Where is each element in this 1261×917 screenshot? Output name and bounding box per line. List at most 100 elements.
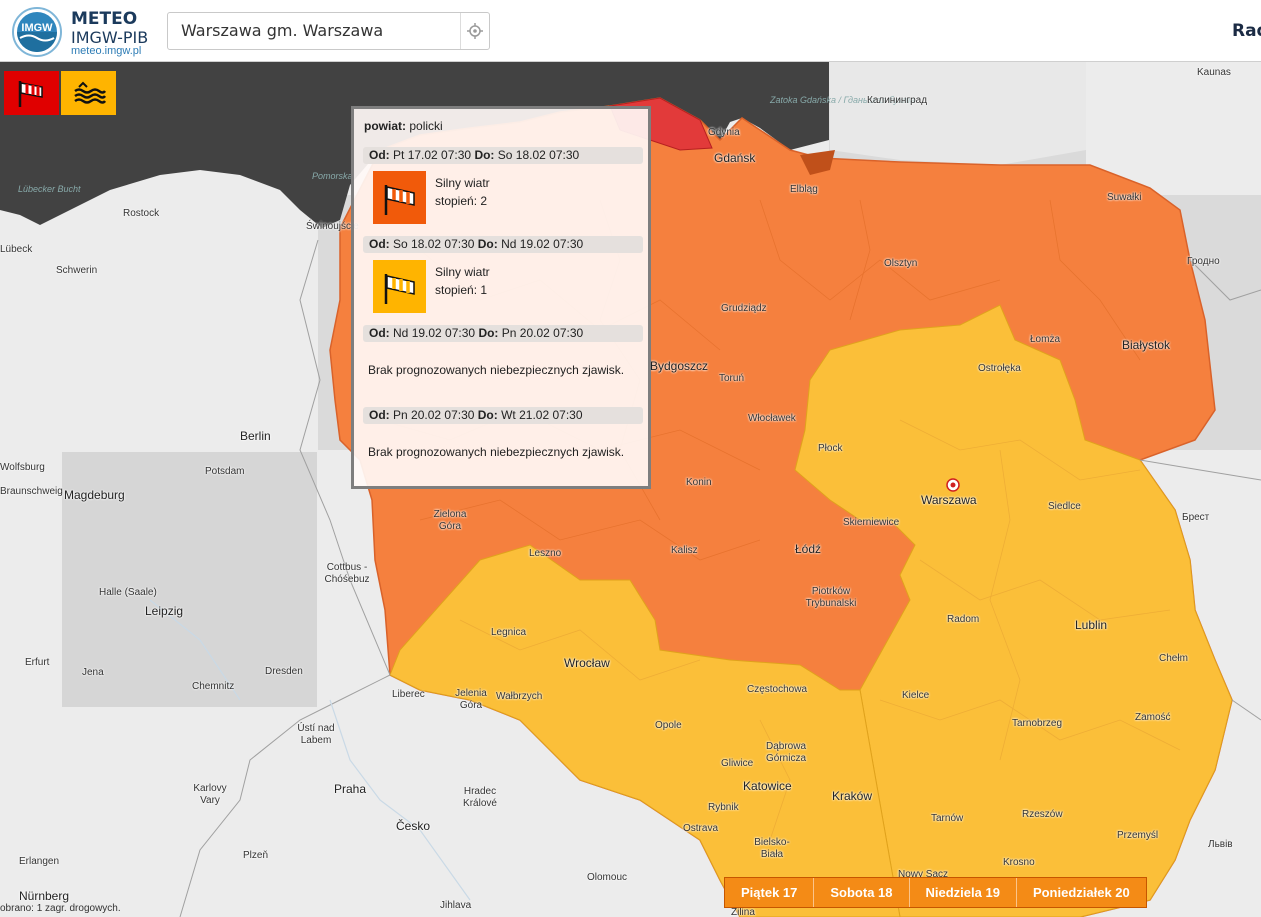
map-label-city: Rostock — [123, 208, 160, 219]
from-date: So 18.02 07:30 — [393, 237, 475, 251]
map-label-city: Wrocław — [564, 656, 610, 670]
map-label-city: Przemyśl — [1117, 830, 1159, 841]
warning-level-2-badge — [373, 171, 426, 224]
map-label-city: Rzeszów — [1022, 809, 1063, 820]
map-label-city: Łomża — [1030, 334, 1061, 345]
map-label-city: Ostrołęka — [978, 363, 1021, 374]
to-date: So 18.02 07:30 — [497, 148, 580, 162]
popup-warning-1: Silny wiatr stopień: 2 — [435, 174, 490, 210]
location-search — [167, 12, 490, 50]
logo-title: METEO — [71, 9, 138, 29]
map-label-city: Krosno — [1003, 857, 1035, 868]
popup-period-2: Od: So 18.02 07:30 Do: Nd 19.02 07:30 — [363, 236, 643, 253]
to-date: Wt 21.02 07:30 — [501, 408, 583, 422]
map-label-city: Liberec — [392, 689, 425, 700]
crosshair-icon — [467, 23, 483, 39]
map-label-city: Wałbrzych — [496, 691, 543, 702]
map-label-city: Gdynia — [708, 127, 740, 138]
map-label-city: Skierniewice — [843, 517, 900, 528]
map-label-city: Česko — [396, 819, 431, 833]
map-label-city: Žilina — [731, 907, 755, 917]
warning-type: Silny wiatr — [435, 176, 490, 190]
map-label-city: Калининград — [867, 95, 928, 106]
map-label-sea: Lübecker Bucht — [18, 184, 81, 194]
wind-icon — [18, 81, 43, 107]
no-warnings-text: Brak prognozowanych niebezpiecznych zjaw… — [368, 445, 625, 459]
map-label-city: Zielona Góra — [433, 509, 467, 532]
map-label-city: Plzeň — [243, 850, 269, 861]
map-label-city: Płock — [818, 443, 843, 454]
warning-type: Silny wiatr — [435, 265, 490, 279]
map-label-city: Zamość — [1135, 712, 1171, 723]
map-label-city: Radom — [947, 614, 980, 625]
popup-period-3: Od: Nd 19.02 07:30 Do: Pn 20.02 07:30 — [363, 325, 643, 342]
from-date: Pn 20.02 07:30 — [393, 408, 475, 422]
high-water-icon — [73, 81, 106, 104]
map-label-city: Chemnitz — [192, 681, 235, 692]
map-label-city: Opole — [655, 720, 682, 731]
legend-wind[interactable] — [4, 71, 59, 115]
map-label-city: Łódź — [795, 542, 822, 556]
map-label-city: Olomouc — [587, 872, 628, 883]
popup-region: powiat: policki — [364, 119, 443, 133]
logo-url[interactable]: meteo.imgw.pl — [71, 45, 141, 57]
map-label-city: Erfurt — [25, 657, 50, 668]
map-label-city: Jena — [82, 667, 104, 678]
location-search-input[interactable] — [169, 14, 457, 46]
map-label-city: Siedlce — [1048, 501, 1081, 512]
map-label-city: Tarnobrzeg — [1012, 718, 1063, 729]
day-tab-sunday[interactable]: Niedziela 19 — [909, 878, 1017, 907]
map-label-sea: Pomorska — [312, 171, 353, 181]
map-label-city: Kalisz — [671, 545, 698, 556]
map-label-city: Berlin — [240, 429, 271, 443]
map-label-city: Dąbrowa Górnicza — [765, 741, 807, 764]
map-label-city: Częstochowa — [747, 684, 808, 695]
map-label-city: Katowice — [743, 779, 792, 793]
to-label: Do: — [474, 148, 495, 162]
popup-region-name: policki — [409, 119, 443, 133]
map-label-city: Rybnik — [708, 802, 739, 813]
nav-link-partial[interactable]: Rad — [1232, 21, 1261, 41]
from-date: Pt 17.02 07:30 — [393, 148, 472, 162]
map-label-city: Halle (Saale) — [99, 587, 157, 598]
warning-popup: powiat: policki Od: Pt 17.02 07:30 Do: S… — [351, 106, 651, 489]
map-label-city: Włocławek — [748, 413, 796, 424]
map-label-city: Warszawa — [921, 493, 977, 507]
map-label-city: Grudziądz — [721, 303, 767, 314]
map-label-city: Suwałki — [1107, 192, 1142, 203]
map-label-city: Praha — [334, 782, 367, 796]
to-date: Pn 20.02 07:30 — [501, 326, 584, 340]
to-date: Nd 19.02 07:30 — [501, 237, 584, 251]
map-label-city: Olsztyn — [884, 258, 918, 269]
warning-level-1-badge — [373, 260, 426, 313]
map-label-city: Konin — [686, 477, 712, 488]
map-label-city: Львів — [1208, 839, 1233, 850]
legend-high-water[interactable] — [61, 71, 116, 115]
map-label-city: Karlovy Vary — [193, 783, 227, 806]
logo-mark-text: IMGW — [21, 22, 53, 34]
day-tab-monday[interactable]: Poniedziałek 20 — [1016, 878, 1146, 907]
map-label-city: Kielce — [902, 690, 930, 701]
map-label-city: Leipzig — [145, 604, 184, 618]
popup-region-label: powiat: — [364, 119, 406, 133]
map-label-city: Ostrava — [683, 823, 719, 834]
locate-me-button[interactable] — [460, 13, 489, 49]
map-label-city: Braunschweig — [0, 486, 63, 497]
imgw-logo-icon[interactable]: IMGW — [12, 7, 62, 57]
warning-degree: stopień: 1 — [435, 283, 488, 297]
from-label: Od: — [369, 148, 390, 162]
map-label-city: Гродно — [1187, 256, 1220, 267]
map-label-city: Magdeburg — [64, 488, 125, 502]
map-label-city: Ústí nad Labem — [297, 723, 335, 746]
to-label: Do: — [477, 408, 498, 422]
day-tab-saturday[interactable]: Sobota 18 — [814, 878, 910, 907]
day-tab-friday[interactable]: Piątek 17 — [725, 878, 815, 907]
map-label-city: Piotrków Trybunalski — [805, 586, 857, 609]
map-label-city: Gliwice — [721, 758, 754, 769]
map-label-city: Jelenia Góra — [455, 688, 487, 711]
from-label: Od: — [369, 237, 390, 251]
map-label-city: Bydgoszcz — [650, 359, 709, 373]
map-label-city: Potsdam — [205, 466, 245, 477]
to-label: Do: — [477, 237, 498, 251]
map-label-city: Chełm — [1159, 653, 1188, 664]
